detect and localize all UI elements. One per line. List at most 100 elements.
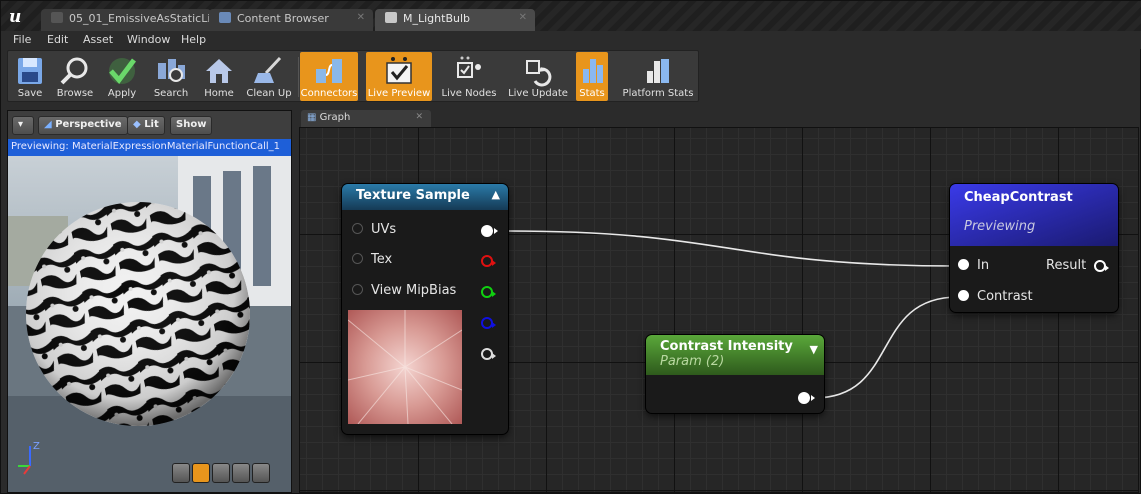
apply-icon <box>109 58 136 84</box>
viewport-options-dropdown[interactable]: ▾ <box>12 116 34 135</box>
connectors-label: Connectors <box>300 88 358 99</box>
tab-content-browser[interactable]: Content Browser ✕ <box>209 9 373 31</box>
output-pin-a[interactable] <box>481 348 496 360</box>
tab-graph[interactable]: ▦ Graph ✕ <box>301 110 431 127</box>
output-pin-result[interactable] <box>1094 260 1109 272</box>
menu-edit[interactable]: Edit <box>47 33 68 46</box>
output-pin-g[interactable] <box>481 286 496 298</box>
close-icon[interactable]: ✕ <box>357 12 365 23</box>
material-graph-canvas[interactable]: Texture Sample ▲ UVs Tex View MipBias Co… <box>299 127 1139 493</box>
preview-scene: Z <box>8 156 291 492</box>
output-pin-rgb[interactable] <box>481 225 498 237</box>
output-pin-value[interactable] <box>798 392 815 404</box>
live-nodes-button[interactable]: Live Nodes <box>438 52 500 101</box>
collapse-arrow-icon[interactable]: ▲ <box>492 188 500 201</box>
pin-tex[interactable]: Tex <box>352 252 392 267</box>
search-button[interactable]: Search <box>150 52 192 101</box>
search-icon <box>158 59 185 82</box>
viewport-toolbar: ▾ ◢ Perspective ◆ Lit Show <box>8 111 291 139</box>
apply-button[interactable]: Apply <box>102 52 142 101</box>
pin-uvs-label: UVs <box>371 222 397 237</box>
input-pin-icon[interactable] <box>352 284 363 295</box>
preview-viewport[interactable]: ▾ ◢ Perspective ◆ Lit Show Previewing: M… <box>7 110 292 493</box>
save-button[interactable]: Save <box>10 52 50 101</box>
collapse-arrow-icon[interactable]: ▼ <box>810 343 818 356</box>
axis-z-label: Z <box>33 441 40 452</box>
custom-mesh-preview-button[interactable] <box>252 463 270 483</box>
chevron-down-icon: ▾ <box>18 119 24 130</box>
perspective-button[interactable]: ◢ Perspective <box>38 116 128 135</box>
material-icon <box>385 12 397 23</box>
live-update-icon <box>526 60 552 87</box>
show-button[interactable]: Show <box>170 116 213 135</box>
lit-button[interactable]: ◆ Lit <box>127 116 165 135</box>
cylinder-preview-button[interactable] <box>172 463 190 483</box>
cheap-contrast-title: CheapContrast <box>964 190 1073 205</box>
texture-sample-node[interactable]: Texture Sample ▲ UVs Tex View MipBias <box>342 184 508 434</box>
pin-view-mipbias-label: View MipBias <box>371 283 457 298</box>
tab-level[interactable]: 05_01_EmissiveAsStaticLigh <box>41 9 211 31</box>
tab-m-lightbulb[interactable]: M_LightBulb ✕ <box>375 9 535 31</box>
previewing-banner: Previewing: MaterialExpressionMaterialFu… <box>8 139 291 156</box>
input-pin-icon[interactable] <box>352 253 363 264</box>
stats-label: Stats <box>579 88 605 99</box>
input-pin-icon[interactable] <box>958 259 969 270</box>
lit-icon: ◆ <box>133 119 141 130</box>
live-preview-label: Live Preview <box>367 88 431 99</box>
clean-up-icon <box>254 56 282 83</box>
connectors-button[interactable]: Connectors <box>300 52 358 101</box>
close-icon[interactable]: ✕ <box>519 12 527 23</box>
live-preview-button[interactable]: Live Preview <box>366 52 432 101</box>
platform-stats-button[interactable]: Platform Stats <box>620 52 696 101</box>
sphere-preview-button[interactable] <box>192 463 210 483</box>
pin-in-label: In <box>977 258 990 273</box>
cheap-contrast-subtitle: Previewing <box>964 219 1036 234</box>
output-pin-b[interactable] <box>481 317 496 329</box>
menu-asset[interactable]: Asset <box>83 33 113 46</box>
show-label: Show <box>176 119 207 130</box>
connectors-icon <box>316 59 342 83</box>
pin-view-mipbias[interactable]: View MipBias <box>352 283 456 298</box>
platform-stats-icon <box>647 59 669 83</box>
perspective-label: Perspective <box>55 119 122 130</box>
menu-window[interactable]: Window <box>127 33 170 46</box>
live-update-button[interactable]: Live Update <box>506 52 570 101</box>
pin-in[interactable]: In <box>958 258 989 273</box>
close-icon[interactable]: ✕ <box>415 112 423 122</box>
live-preview-icon <box>386 57 412 84</box>
contrast-intensity-node[interactable]: Contrast Intensity ▼ Param (2) <box>646 335 824 413</box>
toolbar-separator <box>298 57 299 97</box>
tab-level-label: 05_01_EmissiveAsStaticLigh <box>69 12 211 25</box>
live-update-label: Live Update <box>508 88 568 99</box>
wire-uvs-to-in <box>507 230 959 267</box>
pin-result-label: Result <box>1046 258 1087 273</box>
texture-sample-header[interactable]: Texture Sample ▲ <box>342 184 508 210</box>
cube-preview-button[interactable] <box>232 463 250 483</box>
stats-button[interactable]: Stats <box>576 52 608 101</box>
live-nodes-label: Live Nodes <box>441 88 497 99</box>
pin-contrast[interactable]: Contrast <box>958 289 1033 304</box>
clean-up-button[interactable]: Clean Up <box>244 52 294 101</box>
lit-label: Lit <box>144 119 159 130</box>
content-browser-icon <box>219 12 231 23</box>
output-pin-r[interactable] <box>481 255 496 267</box>
contrast-intensity-header[interactable]: Contrast Intensity ▼ Param (2) <box>646 335 824 375</box>
menu-help[interactable]: Help <box>181 33 206 46</box>
platform-stats-label: Platform Stats <box>622 88 694 99</box>
tab-m-lightbulb-label: M_LightBulb <box>403 12 470 25</box>
menu-file[interactable]: File <box>13 33 31 46</box>
pin-tex-label: Tex <box>371 252 393 267</box>
plane-preview-button[interactable] <box>212 463 230 483</box>
pin-result[interactable]: Result <box>1046 258 1086 273</box>
cheap-contrast-node[interactable]: CheapContrast Previewing In Contrast Res… <box>950 184 1118 312</box>
cheap-contrast-header[interactable]: CheapContrast Previewing <box>950 184 1118 246</box>
perspective-icon: ◢ <box>44 119 52 130</box>
input-pin-icon[interactable] <box>352 223 363 234</box>
browse-button[interactable]: Browse <box>54 52 96 101</box>
home-button[interactable]: Home <box>200 52 238 101</box>
pin-uvs[interactable]: UVs <box>352 222 396 237</box>
home-icon <box>206 59 232 83</box>
save-label: Save <box>17 88 43 99</box>
input-pin-icon[interactable] <box>958 290 969 301</box>
toolbar: Save Browse Apply Search Home Clean Up C… <box>7 50 699 102</box>
